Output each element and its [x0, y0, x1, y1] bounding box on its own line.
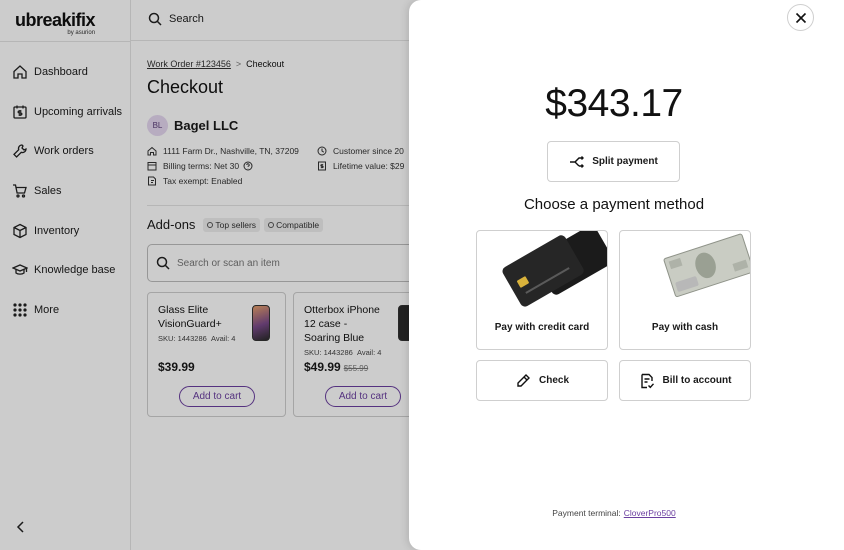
pencil-icon — [517, 373, 530, 387]
bill-to-account-button[interactable]: Bill to account — [619, 360, 751, 401]
cash-image — [663, 233, 750, 298]
close-button[interactable] — [787, 4, 814, 31]
terminal-link[interactable]: CloverPro500 — [624, 508, 676, 518]
choose-method-heading: Choose a payment method — [523, 196, 705, 213]
bill-to-account-label: Bill to account — [662, 375, 732, 386]
terminal-label: Payment terminal: — [552, 508, 621, 518]
pay-cash-button[interactable]: Pay with cash — [619, 230, 751, 350]
split-icon — [570, 155, 585, 168]
credit-card-image — [502, 231, 607, 307]
document-check-icon — [640, 373, 654, 388]
payment-amount: $343.17 — [545, 82, 683, 125]
pay-check-button[interactable]: Check — [476, 360, 608, 401]
split-payment-label: Split payment — [592, 156, 658, 167]
pay-credit-card-button[interactable]: Pay with credit card — [476, 230, 608, 350]
pay-check-label: Check — [538, 375, 569, 386]
split-payment-button[interactable]: Split payment — [547, 141, 680, 182]
pay-credit-card-label: Pay with credit card — [494, 322, 590, 333]
close-icon — [795, 12, 806, 23]
payment-panel: $343.17 Split payment Choose a payment m… — [409, 0, 844, 550]
pay-cash-label: Pay with cash — [651, 322, 719, 333]
payment-terminal: Payment terminal: CloverPro500 — [409, 508, 819, 518]
